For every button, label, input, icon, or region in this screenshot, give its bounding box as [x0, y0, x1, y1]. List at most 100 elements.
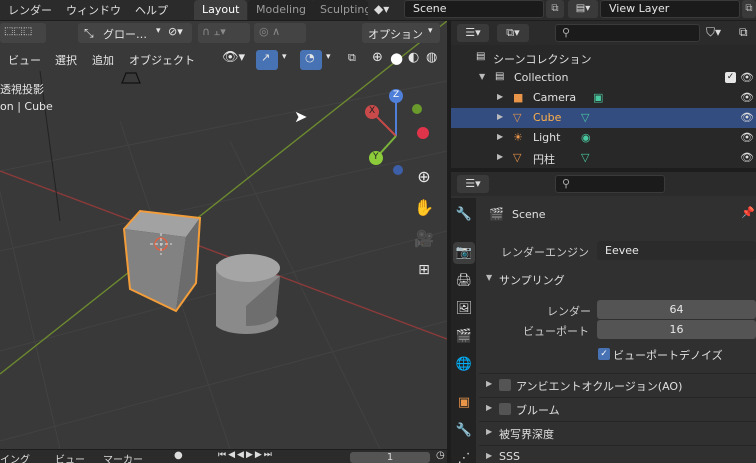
filter-icon[interactable]: ⛉▾ [706, 25, 721, 40]
properties-search-input[interactable]: ⚲ [555, 175, 665, 193]
pan-hand-icon[interactable]: ✋ [411, 195, 437, 221]
wireframe-shading-icon[interactable]: ⊕ [372, 50, 383, 65]
zoom-icon[interactable]: ⊕ [411, 164, 437, 190]
eye-icon[interactable]: 👁 [740, 131, 754, 144]
menu-render[interactable]: レンダー [8, 2, 52, 18]
chevron-down-icon[interactable]: ▾ [282, 52, 287, 62]
menu-help[interactable]: ヘルプ [135, 2, 168, 18]
world-tab-icon[interactable]: 🌐 [453, 354, 475, 376]
outliner-search-input[interactable]: ⚲ [555, 24, 700, 42]
menu-add[interactable]: 追加 [92, 52, 114, 68]
camera-view-icon[interactable]: 🎥 [411, 226, 437, 252]
filter-view-icon[interactable]: ⧉▾ [497, 24, 529, 42]
expand-right-icon[interactable]: ▶ [497, 92, 503, 101]
menu-view[interactable]: ビュー [8, 52, 41, 68]
timeline-view-menu[interactable]: ビュー [55, 451, 85, 463]
current-frame-field[interactable]: 1 [350, 452, 430, 463]
render-samples-field[interactable]: 64 [597, 300, 756, 319]
xray-icon[interactable]: ⧉ [348, 51, 356, 65]
display-mode-icon[interactable]: ☰▾ [457, 24, 489, 42]
sss-panel-header[interactable]: ▶ SSS [479, 445, 756, 463]
collection-include-checkbox[interactable]: ✓ [725, 72, 736, 83]
timeline-mode-label[interactable]: イング [0, 451, 30, 463]
viewport-samples-field[interactable]: 16 [597, 320, 756, 339]
collection-icon: ▤ [495, 71, 505, 82]
mesh-data-icon[interactable]: ▽ [581, 151, 589, 164]
eye-icon[interactable]: 👁 [740, 91, 754, 104]
tab-sculpting[interactable]: Sculpting [312, 0, 368, 20]
expand-right-icon[interactable]: ▶ [497, 132, 503, 141]
ao-panel-header[interactable]: ▶ アンビエントオクルージョン(AO) [479, 373, 756, 395]
navigation-gizmo[interactable] [360, 86, 440, 176]
bloom-checkbox[interactable] [499, 403, 511, 415]
select-box-icon[interactable]: ⬚⬚⬚ [4, 26, 32, 37]
clock-icon[interactable]: ◷ [436, 450, 445, 461]
scene-icon[interactable]: ◆▾ [374, 2, 389, 16]
viewport-denoise-checkbox[interactable]: ✓ [598, 348, 610, 360]
scene-context-icon: 🎬 [489, 207, 504, 221]
new-scene-icon[interactable]: ⧉ [546, 0, 564, 18]
material-shading-icon[interactable]: ◐ [408, 50, 419, 65]
object-tab-icon[interactable]: ▣ [453, 392, 475, 414]
view-layer-selector[interactable]: View Layer [600, 0, 740, 18]
expand-right-icon[interactable]: ▶ [497, 152, 503, 161]
particles-tab-icon[interactable]: ⋰ [453, 448, 475, 463]
outliner-row-scene-collection[interactable]: ▤ シーンコレクション [451, 48, 756, 68]
new-collection-icon[interactable]: ⧉ [739, 25, 748, 40]
chevron-down-icon[interactable]: ▾ [326, 52, 331, 62]
view-layer-tab-icon[interactable]: 🖼 [453, 298, 475, 320]
outliner-row-cylinder[interactable]: ▶ ▽ 円柱 ▽ 👁 [451, 148, 756, 168]
view-layer-icon[interactable]: ▤▾ [568, 0, 598, 18]
render-tab-icon[interactable]: 📷 [453, 242, 475, 264]
cylinder-object [216, 254, 280, 334]
eye-icon[interactable]: 👁 [740, 71, 754, 84]
scene-selector[interactable]: Scene [404, 0, 544, 18]
tab-modeling[interactable]: Modeling [248, 0, 315, 20]
light-data-icon[interactable]: ◉ [581, 131, 591, 144]
record-icon[interactable]: ● [174, 450, 183, 461]
snap-icon: ∩ ⫠▾ [202, 25, 226, 38]
chevron-down-icon: ▾ [156, 26, 161, 36]
menu-object[interactable]: オブジェクト [129, 52, 195, 68]
rendered-shading-icon[interactable]: ◍ [426, 50, 437, 65]
bloom-panel-header[interactable]: ▶ ブルーム [479, 397, 756, 419]
expand-right-icon[interactable]: ▶ [497, 112, 503, 121]
outliner-row-collection[interactable]: ▼ ▤ Collection ✓ 👁 [451, 68, 756, 88]
new-view-layer-icon[interactable]: ⧉ [742, 0, 756, 18]
tool-tab-icon[interactable]: 🔧 [453, 204, 475, 226]
outliner-row-cube[interactable]: ▶ ▽ Cube ▽ 👁 [451, 108, 756, 128]
pin-icon[interactable]: 📌 [741, 206, 755, 219]
eye-icon[interactable]: 👁 [740, 111, 754, 124]
menu-window[interactable]: ウィンドウ [66, 2, 121, 18]
editor-type-icon[interactable]: ☰▾ [457, 175, 489, 193]
render-engine-dropdown[interactable]: Eevee [597, 241, 756, 260]
mesh-data-icon[interactable]: ▽ [581, 111, 589, 124]
outliner-row-light[interactable]: ▶ ☀ Light ◉ 👁 [451, 128, 756, 148]
tab-layout[interactable]: Layout [194, 0, 248, 20]
scene-context-label: Scene [512, 208, 546, 221]
outliner-row-camera[interactable]: ▶ ■ Camera ▣ 👁 [451, 88, 756, 108]
pivot-icon: ⊘▾ [168, 25, 183, 38]
modifier-tab-icon[interactable]: 🔧 [453, 420, 475, 442]
sampling-panel-header[interactable]: ▼ サンプリング [479, 268, 756, 290]
ao-checkbox[interactable] [499, 379, 511, 391]
output-tab-icon[interactable]: 🖨 [453, 270, 475, 292]
expand-down-icon[interactable]: ▼ [479, 72, 485, 81]
viewport-samples-label: ビューポート [523, 325, 589, 338]
3d-viewport[interactable]: ⬚⬚⬚ ⤡ グロー… ▾ ⊘▾ ∩ ⫠▾ ◎ ∧ オプション ▾ ビュー 選択 … [0, 21, 447, 449]
camera-label: Camera [533, 91, 577, 104]
properties-editor: ☰▾ ⚲ 🔧 📷 🖨 🖼 🎬 🌐 ▣ 🔧 ⋰ 🎬 Scene 📌 レンダーエンジ… [451, 172, 756, 463]
menu-select[interactable]: 選択 [55, 52, 77, 68]
ortho-grid-icon[interactable]: ⊞ [411, 257, 437, 283]
camera-data-icon[interactable]: ▣ [593, 91, 603, 104]
playback-controls-icon[interactable]: ⏮◀◀▶▶⏭ [218, 450, 274, 460]
eye-icon[interactable]: 👁 [740, 151, 754, 164]
viewport-header: ⬚⬚⬚ ⤡ グロー… ▾ ⊘▾ ∩ ⫠▾ ◎ ∧ オプション ▾ [0, 23, 447, 45]
scene-tab-icon[interactable]: 🎬 [453, 326, 475, 348]
viewport-menu-row: ビュー 選択 追加 オブジェクト 👁▾ ↗ ▾ ◔ ▾ ⧉ ⊕ ● ◐ ◍ [0, 48, 447, 70]
projection-label: 透視投影 [0, 83, 44, 96]
solid-shading-icon[interactable]: ● [390, 49, 403, 67]
timeline-marker-menu[interactable]: マーカー [103, 451, 143, 463]
eye-icon[interactable]: 👁▾ [222, 50, 245, 65]
dof-panel-header[interactable]: ▶ 被写界深度 [479, 421, 756, 443]
